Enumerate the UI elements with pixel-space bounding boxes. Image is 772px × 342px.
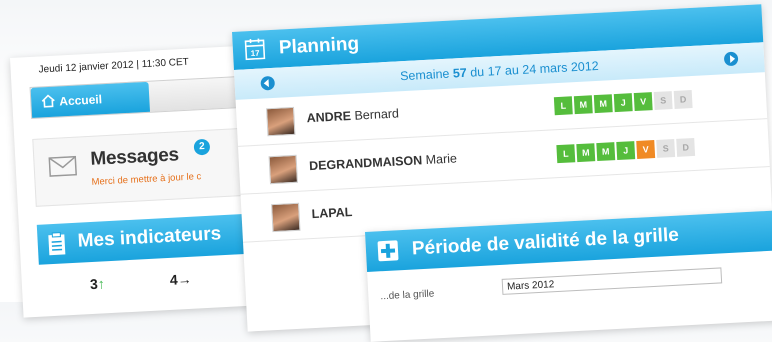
day-cell[interactable]: M xyxy=(576,143,596,163)
day-cell[interactable]: D xyxy=(676,137,696,157)
validity-title: Période de validité de la grille xyxy=(411,224,680,260)
day-cell[interactable]: L xyxy=(553,96,573,116)
messages-subtitle[interactable]: Merci de mettre à jour le c xyxy=(91,171,201,188)
day-cell[interactable]: V xyxy=(636,140,656,159)
chevron-right-icon xyxy=(729,54,736,63)
tab-accueil-label: Accueil xyxy=(58,92,103,109)
day-cell[interactable]: V xyxy=(633,92,653,112)
employee-name: DEGRANDMAISON Marie xyxy=(308,151,458,174)
week-days: LMMJVSD xyxy=(556,137,696,164)
day-cell[interactable]: J xyxy=(616,141,636,161)
validity-dialog: Période de validité de la grille ...de l… xyxy=(365,210,772,342)
grid-field-label: ...de la grille xyxy=(380,288,435,303)
indicators-title: Mes indicateurs xyxy=(77,223,222,252)
employee-name: ANDRE Bernard xyxy=(306,106,400,126)
svg-text:17: 17 xyxy=(250,49,260,58)
envelope-icon xyxy=(48,155,77,177)
day-cell[interactable]: S xyxy=(656,139,676,158)
home-icon xyxy=(41,94,55,108)
messages-count-badge: 2 xyxy=(193,138,211,156)
week-days: LMMJVSD xyxy=(553,90,693,116)
clipboard-icon xyxy=(48,232,66,256)
indicator-value: 4→ xyxy=(169,270,193,288)
day-cell[interactable]: M xyxy=(573,95,593,115)
arrow-up-icon: ↑ xyxy=(97,275,106,292)
planning-title: Planning xyxy=(278,33,360,59)
day-cell[interactable]: L xyxy=(556,144,576,164)
day-cell[interactable]: S xyxy=(653,91,673,110)
calendar-icon: 17 xyxy=(244,38,266,61)
day-cell[interactable]: M xyxy=(593,94,613,114)
day-cell[interactable]: D xyxy=(673,90,693,109)
avatar xyxy=(266,106,296,137)
plus-icon xyxy=(377,240,399,262)
day-cell[interactable]: M xyxy=(596,142,616,162)
messages-title: Messages xyxy=(89,144,180,170)
day-cell[interactable]: J xyxy=(613,93,633,113)
tab-accueil[interactable]: Accueil xyxy=(30,81,151,118)
grid-period-input[interactable]: Mars 2012 xyxy=(501,267,723,295)
employee-name: LAPAL xyxy=(311,204,353,222)
current-date: Jeudi 12 janvier 2012 | 11:30 CET xyxy=(38,56,190,76)
arrow-right-icon: → xyxy=(177,270,193,288)
avatar xyxy=(268,154,298,185)
indicator-value: 3↑ xyxy=(89,275,106,293)
avatar xyxy=(271,202,301,233)
